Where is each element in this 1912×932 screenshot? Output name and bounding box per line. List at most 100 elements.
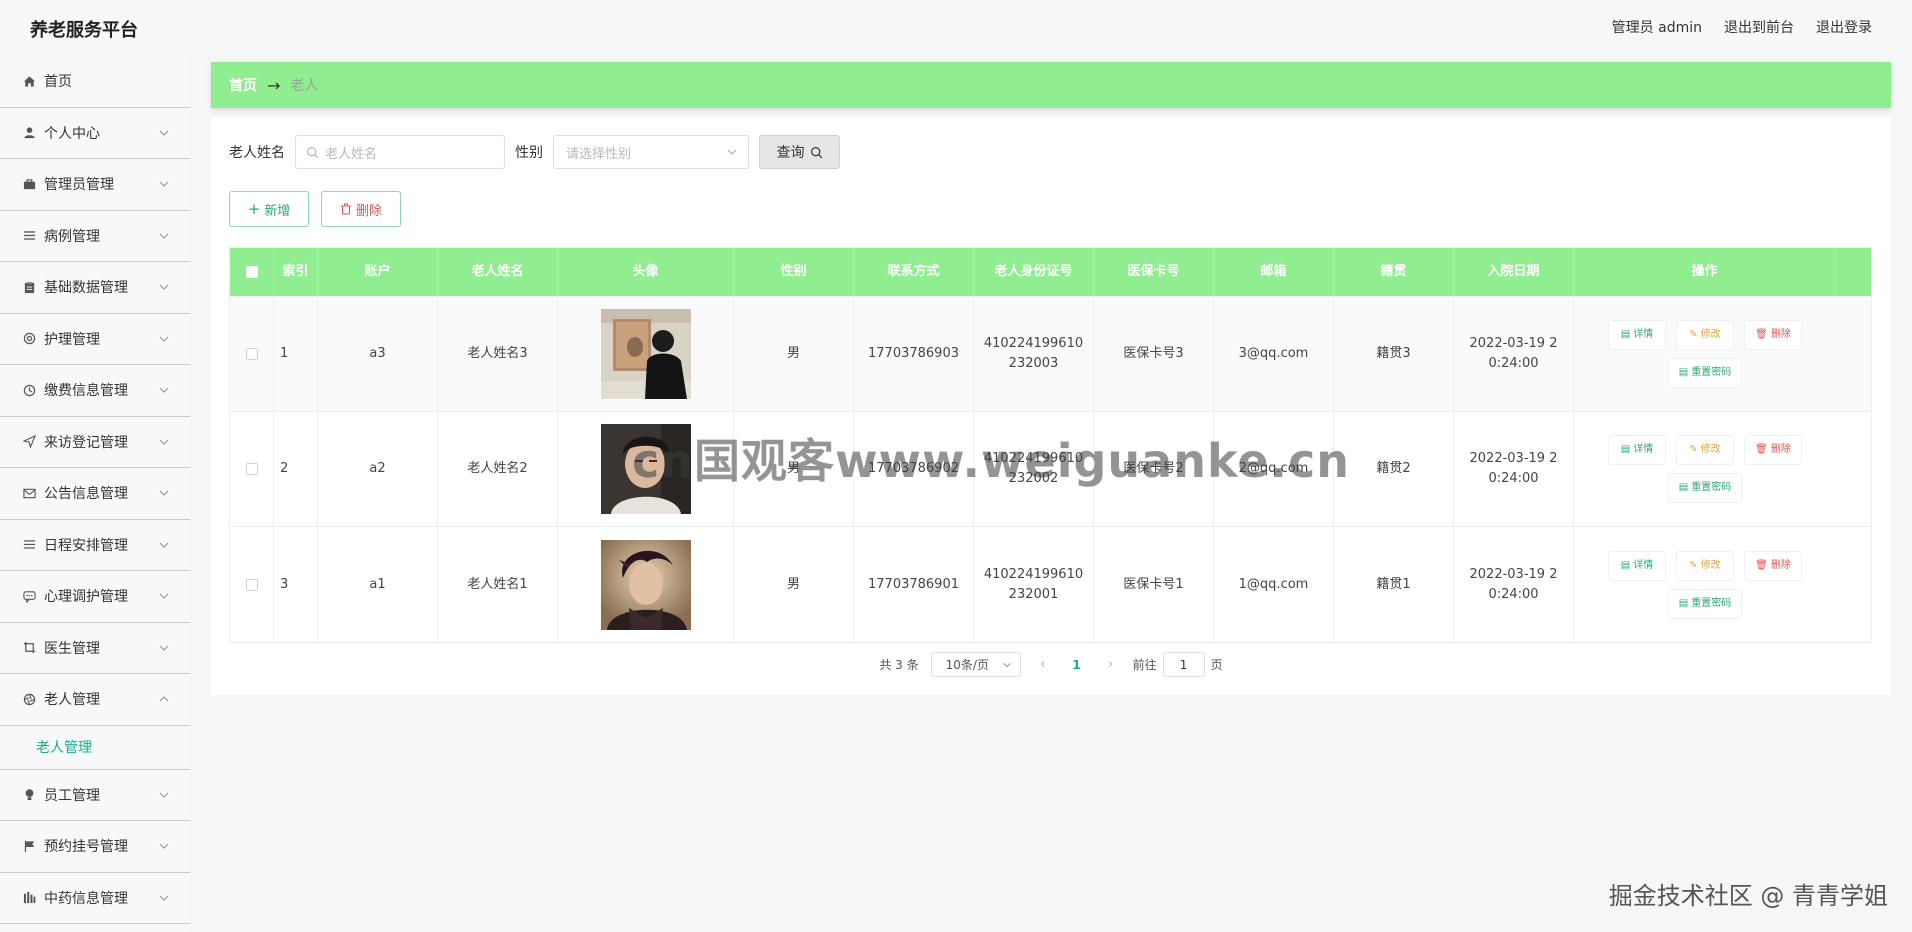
page-size-value: 10条/页: [945, 658, 989, 672]
breadcrumb-current: 老人: [290, 78, 319, 94]
trash-icon: [340, 203, 351, 215]
detail-button[interactable]: ▤ 详情: [1608, 320, 1666, 350]
detail-button[interactable]: ▤ 详情: [1608, 550, 1666, 581]
clock-icon: [22, 383, 36, 397]
chevron-down-icon: [158, 436, 170, 448]
sidebar-item-6[interactable]: 缴费信息管理: [0, 365, 190, 417]
detail-button[interactable]: ▤ 详情: [1608, 435, 1666, 465]
sidebar-item-label: 缴费信息管理: [44, 383, 128, 400]
row-checkbox[interactable]: [245, 348, 258, 360]
row-actions: ▤ 详情 ✎ 修改 🗑 删除 ▤ 重置密码: [1608, 320, 1802, 388]
sidebar-item-5[interactable]: 护理管理: [0, 314, 190, 365]
header-cell[interactable]: 籍贯: [1334, 248, 1454, 296]
select-all-checkbox[interactable]: [245, 266, 258, 278]
admin-user-label[interactable]: 管理员 admin: [1612, 17, 1702, 37]
row-delete-button[interactable]: 🗑 删除: [1744, 550, 1802, 581]
top-right-links: 管理员 admin 退出到前台 退出登录: [1612, 17, 1872, 37]
cell-origin: 籍贯3: [1334, 297, 1454, 411]
cell-date-text: 2022-03-19 20:24:00: [1469, 336, 1558, 371]
cell-origin-text: 籍贯2: [1376, 461, 1411, 476]
document-icon: ▤: [1620, 444, 1631, 455]
avatar[interactable]: [600, 309, 691, 399]
reset-password-button[interactable]: ▤ 重置密码: [1667, 358, 1743, 388]
page-jump-input[interactable]: 1: [1162, 652, 1205, 677]
sidebar-item-label: 来访登记管理: [44, 434, 128, 451]
sidebar-subitem-elders[interactable]: 老人管理: [0, 726, 190, 770]
delete-button[interactable]: 删除: [321, 191, 401, 227]
mail-icon: [22, 486, 36, 500]
edit-button-label: 修改: [1700, 559, 1721, 571]
cell-email-text: 3@qq.com: [1238, 346, 1309, 361]
edit-button[interactable]: ✎ 修改: [1676, 435, 1734, 465]
cell-date-text: 2022-03-19 20:24:00: [1469, 566, 1558, 602]
reset-password-button[interactable]: ▤ 重置密码: [1667, 473, 1743, 503]
pencil-icon: ✎: [1689, 444, 1698, 455]
avatar[interactable]: [600, 539, 691, 630]
breadcrumb-home[interactable]: 首页: [229, 75, 257, 95]
sidebar-item-after-2[interactable]: 中药信息管理: [0, 873, 190, 924]
clipboard-icon: [22, 280, 36, 294]
page-size-select[interactable]: 10条/页: [930, 652, 1021, 677]
name-search-input[interactable]: 老人姓名: [295, 135, 505, 169]
sidebar-item-after-1[interactable]: 预约挂号管理: [0, 821, 190, 873]
sidebar-item-4[interactable]: 基础数据管理: [0, 262, 190, 314]
add-button[interactable]: + 新增: [229, 191, 309, 227]
user-icon: [22, 126, 36, 140]
row-checkbox[interactable]: [245, 578, 258, 591]
cell-sex-text: 男: [786, 576, 800, 592]
header-cell[interactable]: 头像: [558, 248, 734, 296]
sidebar-item-8[interactable]: 公告信息管理: [0, 468, 190, 520]
row-checkbox[interactable]: [245, 463, 258, 475]
edit-button[interactable]: ✎ 修改: [1676, 550, 1734, 581]
detail-button-label: 详情: [1633, 444, 1654, 455]
row-delete-button[interactable]: 🗑 删除: [1744, 435, 1802, 465]
row-actions-line: ▤ 详情 ✎ 修改 🗑 删除: [1608, 320, 1802, 350]
sidebar-item-3[interactable]: 病例管理: [0, 211, 190, 262]
header-cell[interactable]: 老人姓名: [438, 248, 558, 296]
header-cell[interactable]: 医保卡号: [1094, 248, 1214, 296]
breadcrumb-arrow-icon: →: [267, 75, 281, 95]
delete-button-label: 删除: [355, 203, 382, 219]
header-cell[interactable]: 邮箱: [1214, 248, 1334, 296]
prev-page-button[interactable]: ‹: [1033, 657, 1053, 672]
row-delete-button[interactable]: 🗑 删除: [1744, 320, 1802, 350]
cell-phone-text: 17703786901: [868, 576, 959, 592]
header-cell[interactable]: 索引: [274, 248, 318, 296]
cell-origin-text: 籍贯1: [1376, 576, 1411, 592]
sidebar-item-7[interactable]: 来访登记管理: [0, 417, 190, 468]
header-cell[interactable]: 性别: [734, 248, 854, 296]
sidebar-item-0[interactable]: 首页: [0, 56, 190, 108]
front-link[interactable]: 退出到前台: [1724, 17, 1794, 37]
cell-index: 1: [274, 297, 318, 411]
sidebar-item-11[interactable]: 医生管理: [0, 623, 190, 674]
sidebar-item-1[interactable]: 个人中心: [0, 108, 190, 159]
logout-link[interactable]: 退出登录: [1816, 17, 1872, 37]
page-number-current[interactable]: 1: [1065, 658, 1089, 672]
lifebuoy-icon: [22, 332, 36, 346]
document-icon: ▤: [1620, 559, 1631, 571]
header-cell[interactable]: 账户: [318, 248, 438, 296]
reset-password-button[interactable]: ▤ 重置密码: [1667, 588, 1743, 619]
edit-button[interactable]: ✎ 修改: [1676, 320, 1734, 350]
sidebar-item-9[interactable]: 日程安排管理: [0, 520, 190, 571]
cell-phone: 17703786901: [854, 527, 974, 642]
document-icon: ▤: [1678, 597, 1689, 609]
flag-icon: [22, 839, 36, 853]
filter-bar: 老人姓名 老人姓名 性别 请选择性别 查询: [229, 135, 840, 169]
sidebar-item-10[interactable]: 心理调护管理: [0, 571, 190, 623]
header-cell[interactable]: 联系方式: [854, 248, 974, 296]
row-select-cell: [230, 527, 274, 642]
query-button[interactable]: 查询: [759, 135, 840, 169]
header-cell[interactable]: 老人身份证号: [974, 248, 1094, 296]
trash-icon: 🗑: [1755, 329, 1768, 340]
cell-sex: 男: [734, 297, 854, 411]
sidebar-item-12[interactable]: 老人管理: [0, 674, 190, 726]
next-page-button[interactable]: ›: [1101, 657, 1121, 672]
header-cell[interactable]: 入院日期: [1454, 248, 1574, 296]
sex-select[interactable]: 请选择性别: [553, 135, 749, 169]
sidebar-item-after-0[interactable]: 员工管理: [0, 770, 190, 821]
sidebar-item-2[interactable]: 管理员管理: [0, 159, 190, 211]
breadcrumb: 首页 → 老人: [211, 62, 1891, 108]
cell-email: 3@qq.com: [1214, 297, 1334, 411]
aperture-icon: [22, 692, 36, 706]
